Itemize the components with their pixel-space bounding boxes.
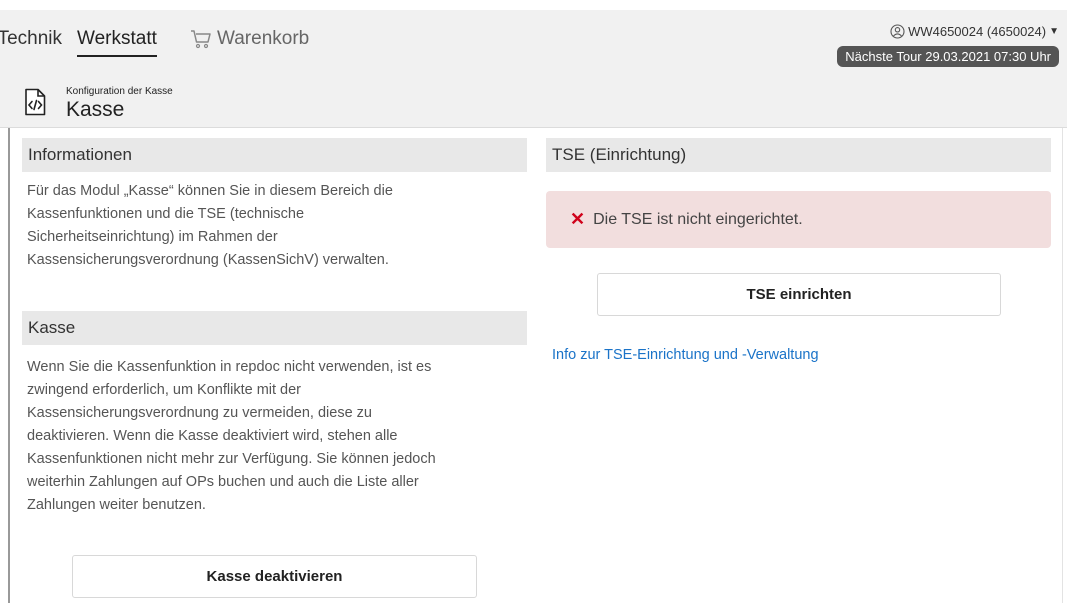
tse-setup-button[interactable]: TSE einrichten <box>597 273 1001 316</box>
tse-heading: TSE (Einrichtung) <box>546 138 1051 172</box>
error-x-icon: ✕ <box>570 209 586 229</box>
info-line: Sicherheitseinrichtung) im Rahmen der <box>27 229 278 245</box>
window-top-edge <box>0 0 1067 10</box>
kasse-line: Zahlungen weiter benutzen. <box>27 497 206 513</box>
tse-error-text: Die TSE ist nicht eingerichtet. <box>593 211 803 228</box>
informationen-text: Für das Modul „Kasse“ können Sie in dies… <box>27 180 527 272</box>
info-line: Kassenfunktionen und die TSE (technische <box>27 206 305 222</box>
cart-icon <box>191 30 211 49</box>
tse-info-link[interactable]: Info zur TSE-Einrichtung und -Verwaltung <box>552 347 819 363</box>
kasse-line: Kassenfunktionen nicht mehr zur Verfügun… <box>27 451 436 467</box>
kasse-line: Kassensicherungsverordnung zu vermeiden,… <box>27 405 372 421</box>
tab-warenkorb-label: Warenkorb <box>217 28 310 49</box>
code-file-icon <box>25 88 46 116</box>
informationen-heading: Informationen <box>22 138 527 172</box>
kasse-line: weiterhin Zahlungen auf OPs buchen und a… <box>27 474 419 490</box>
kasse-deactivate-button[interactable]: Kasse deaktivieren <box>72 555 477 598</box>
user-circle-icon <box>890 24 905 39</box>
info-line: Kassensicherungsverordnung (KassenSichV)… <box>27 252 389 268</box>
next-tour-badge: Nächste Tour 29.03.2021 07:30 Uhr <box>837 46 1059 67</box>
kasse-line: deaktivieren. Wenn die Kasse deaktiviert… <box>27 428 398 444</box>
tab-werkstatt[interactable]: Werkstatt <box>77 28 157 57</box>
tse-error-alert: ✕ Die TSE ist nicht eingerichtet. <box>546 191 1051 248</box>
user-label: WW4650024 (4650024) <box>908 24 1047 39</box>
info-line: Für das Modul „Kasse“ können Sie in dies… <box>27 183 393 199</box>
user-menu[interactable]: WW4650024 (4650024) ▼ <box>890 24 1059 39</box>
tab-warenkorb[interactable]: Warenkorb <box>190 28 309 50</box>
app-header: Technik Werkstatt Warenkorb WW4650024 (4… <box>0 10 1067 128</box>
content-left-border <box>8 128 10 603</box>
kasse-line: Wenn Sie die Kassenfunktion in repdoc ni… <box>27 359 432 375</box>
page-title: Kasse <box>66 98 125 121</box>
page-subtitle: Konfiguration der Kasse <box>66 86 173 97</box>
kasse-line: zwingend erforderlich, um Konflikte mit … <box>27 382 302 398</box>
kasse-text: Wenn Sie die Kassenfunktion in repdoc ni… <box>27 356 527 517</box>
tab-technik[interactable]: Technik <box>0 28 62 50</box>
kasse-heading: Kasse <box>22 311 527 345</box>
chevron-down-icon: ▼ <box>1049 26 1059 37</box>
content-right-border <box>1062 128 1063 603</box>
